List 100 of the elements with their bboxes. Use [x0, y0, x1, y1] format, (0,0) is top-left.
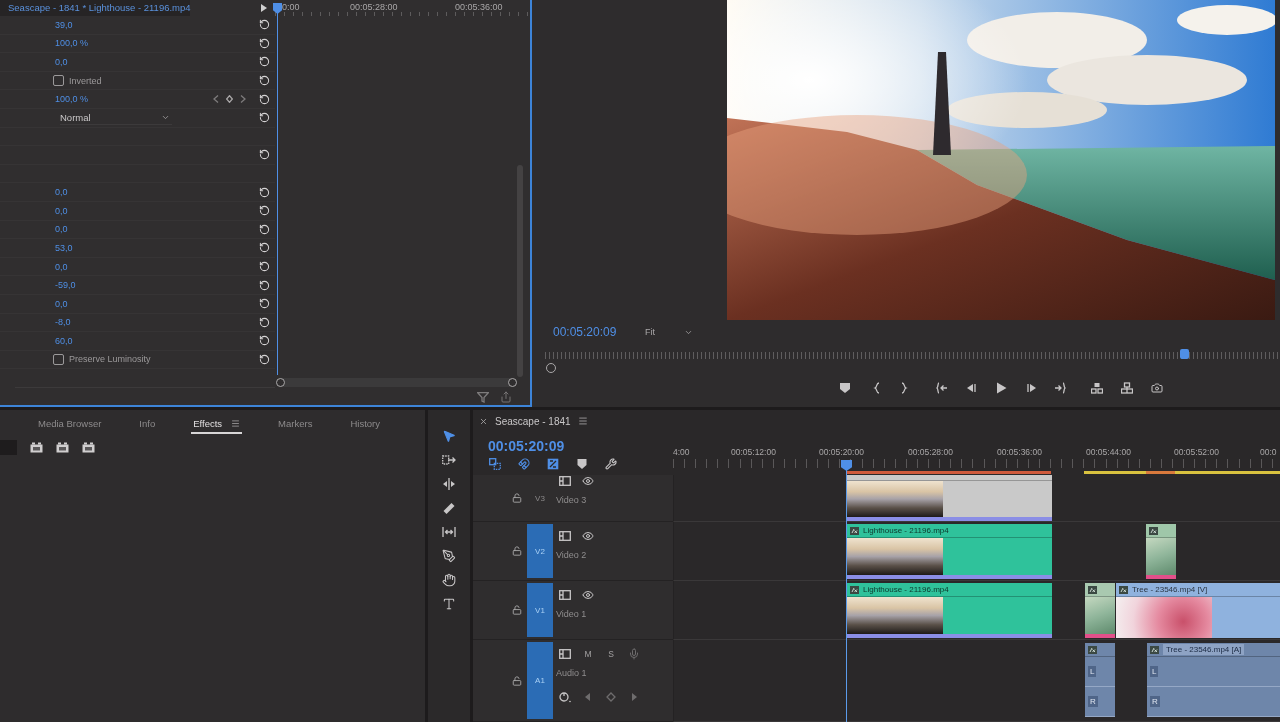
menu-icon[interactable]	[231, 418, 241, 428]
zoom-dropdown[interactable]: Fit	[645, 327, 693, 337]
reset-icon[interactable]	[258, 75, 270, 87]
property-value[interactable]: 0,0	[55, 298, 68, 309]
film-icon[interactable]	[559, 649, 571, 659]
property-value[interactable]: 39,0	[55, 19, 73, 30]
property-value[interactable]: 0,0	[55, 205, 68, 216]
reset-icon[interactable]	[258, 19, 270, 31]
tile-icon[interactable]	[30, 441, 43, 453]
pen-icon[interactable]	[442, 549, 456, 563]
step-forward-icon[interactable]	[1026, 382, 1038, 394]
clip-title[interactable]: Seascape - 1841 * Lighthouse - 21196.mp4	[0, 0, 190, 16]
property-value[interactable]: 60,0	[55, 335, 73, 346]
eye-icon[interactable]	[582, 475, 594, 487]
checkbox[interactable]	[53, 354, 64, 365]
panel-tab[interactable]: History	[348, 414, 382, 434]
lock-icon[interactable]	[512, 546, 522, 556]
property-value[interactable]: 0,0	[55, 224, 68, 235]
pointer-icon[interactable]	[442, 429, 456, 443]
video-clip[interactable]: Lighthouse - 21196.mp4	[847, 583, 1052, 638]
scroll-handle[interactable]	[276, 377, 285, 387]
track-toggle-button[interactable]: S	[605, 648, 617, 660]
film-icon[interactable]	[559, 590, 571, 600]
marker-icon[interactable]	[839, 382, 851, 394]
checkbox[interactable]	[53, 75, 64, 87]
blade-icon[interactable]	[442, 501, 456, 515]
bars-double-arrow-icon[interactable]	[442, 525, 456, 539]
next-keyframe-icon[interactable]	[240, 95, 246, 104]
reset-icon[interactable]	[258, 298, 270, 310]
filter-icon[interactable]	[477, 391, 489, 403]
sequence-tab[interactable]: Seascape - 1841	[495, 415, 571, 427]
tile-icon[interactable]	[56, 441, 69, 453]
marker-icon[interactable]	[576, 458, 588, 470]
video-clip[interactable]	[1146, 524, 1176, 579]
panel-tab[interactable]: Markers	[276, 414, 315, 434]
eye-icon[interactable]	[582, 530, 594, 542]
box-over-bar-icon[interactable]	[1121, 382, 1133, 394]
split-triangles-icon[interactable]	[442, 477, 456, 491]
play-icon[interactable]	[995, 382, 1007, 394]
lock-icon[interactable]	[512, 675, 522, 686]
step-back-icon[interactable]	[965, 382, 977, 394]
reset-icon[interactable]	[258, 37, 270, 49]
overlapping-squares-icon[interactable]	[489, 458, 501, 470]
video-clip[interactable]	[1085, 583, 1115, 638]
property-value[interactable]: 53,0	[55, 242, 73, 253]
export-icon[interactable]	[500, 391, 512, 403]
eye-icon[interactable]	[582, 589, 594, 601]
hand-icon[interactable]	[442, 573, 456, 587]
wrench-icon[interactable]	[605, 458, 617, 470]
stacked-boxes-icon[interactable]	[1091, 382, 1103, 394]
play-triangle-icon[interactable]	[261, 4, 267, 12]
reset-icon[interactable]	[258, 56, 270, 68]
reset-icon[interactable]	[258, 261, 270, 272]
film-icon[interactable]	[559, 531, 571, 541]
blend-mode-dropdown[interactable]: Normal	[60, 110, 172, 126]
video-clip[interactable]	[847, 475, 1052, 521]
panel-tab[interactable]: Effects	[191, 414, 243, 434]
slashed-square-icon[interactable]	[547, 458, 559, 470]
reset-icon[interactable]	[258, 205, 270, 217]
dashed-box-arrow-icon[interactable]	[442, 453, 456, 467]
type-icon[interactable]	[442, 597, 456, 611]
video-clip[interactable]: Tree - 23546.mp4 [V]	[1116, 583, 1280, 638]
volume-knob-icon[interactable]	[559, 691, 571, 703]
lock-icon[interactable]	[512, 605, 522, 615]
timecode[interactable]: 00:05:20:09	[488, 438, 565, 454]
video-clip[interactable]: Lighthouse - 21196.mp4	[847, 524, 1052, 579]
horizontal-scrollbar[interactable]	[276, 377, 517, 387]
property-value[interactable]: 0,0	[55, 261, 68, 272]
film-icon[interactable]	[559, 476, 571, 486]
reset-icon[interactable]	[258, 354, 270, 365]
close-icon[interactable]	[479, 416, 488, 426]
reset-icon[interactable]	[258, 223, 270, 235]
reset-icon[interactable]	[258, 186, 270, 198]
camera-icon[interactable]	[1151, 382, 1163, 394]
reset-icon[interactable]	[258, 149, 270, 161]
reset-icon[interactable]	[258, 316, 270, 328]
audio-clip[interactable]: L R	[1085, 643, 1115, 717]
reset-icon[interactable]	[258, 93, 270, 105]
reset-icon[interactable]	[258, 279, 270, 291]
tile-icon[interactable]	[82, 441, 95, 453]
track-toggle-button[interactable]: M	[582, 648, 594, 660]
arrow-to-right-brace-icon[interactable]	[1054, 382, 1066, 394]
timecode[interactable]: 00:05:20:09	[553, 325, 645, 339]
lock-icon[interactable]	[512, 493, 522, 503]
audio-clip[interactable]: Tree - 23546.mp4 [A] L R	[1147, 643, 1280, 717]
playhead-marker[interactable]	[1180, 349, 1190, 359]
track-target[interactable]: V3	[527, 477, 553, 519]
keyframe-icon[interactable]	[605, 691, 617, 703]
property-value[interactable]: 100,0 %	[55, 38, 89, 49]
track-target[interactable]: V1	[527, 583, 553, 637]
previous-keyframe-icon[interactable]	[213, 95, 219, 104]
scroll-handle[interactable]	[508, 377, 517, 387]
property-value[interactable]: -59,0	[55, 280, 76, 291]
track-target[interactable]: V2	[527, 524, 553, 578]
arrow-to-left-brace-icon[interactable]	[936, 382, 948, 394]
property-value[interactable]: 100,0 %	[55, 94, 89, 105]
track-target[interactable]: A1	[527, 642, 553, 719]
timeline-ruler[interactable]: 4:00 00:05:12:00 00:05:20:00 00:05:28:00 00:05:36:00 00:05:44:00 00:05:52:00 00:0	[673, 432, 1280, 475]
magnet-icon[interactable]	[518, 458, 530, 470]
panel-tab[interactable]: Info	[137, 414, 158, 434]
